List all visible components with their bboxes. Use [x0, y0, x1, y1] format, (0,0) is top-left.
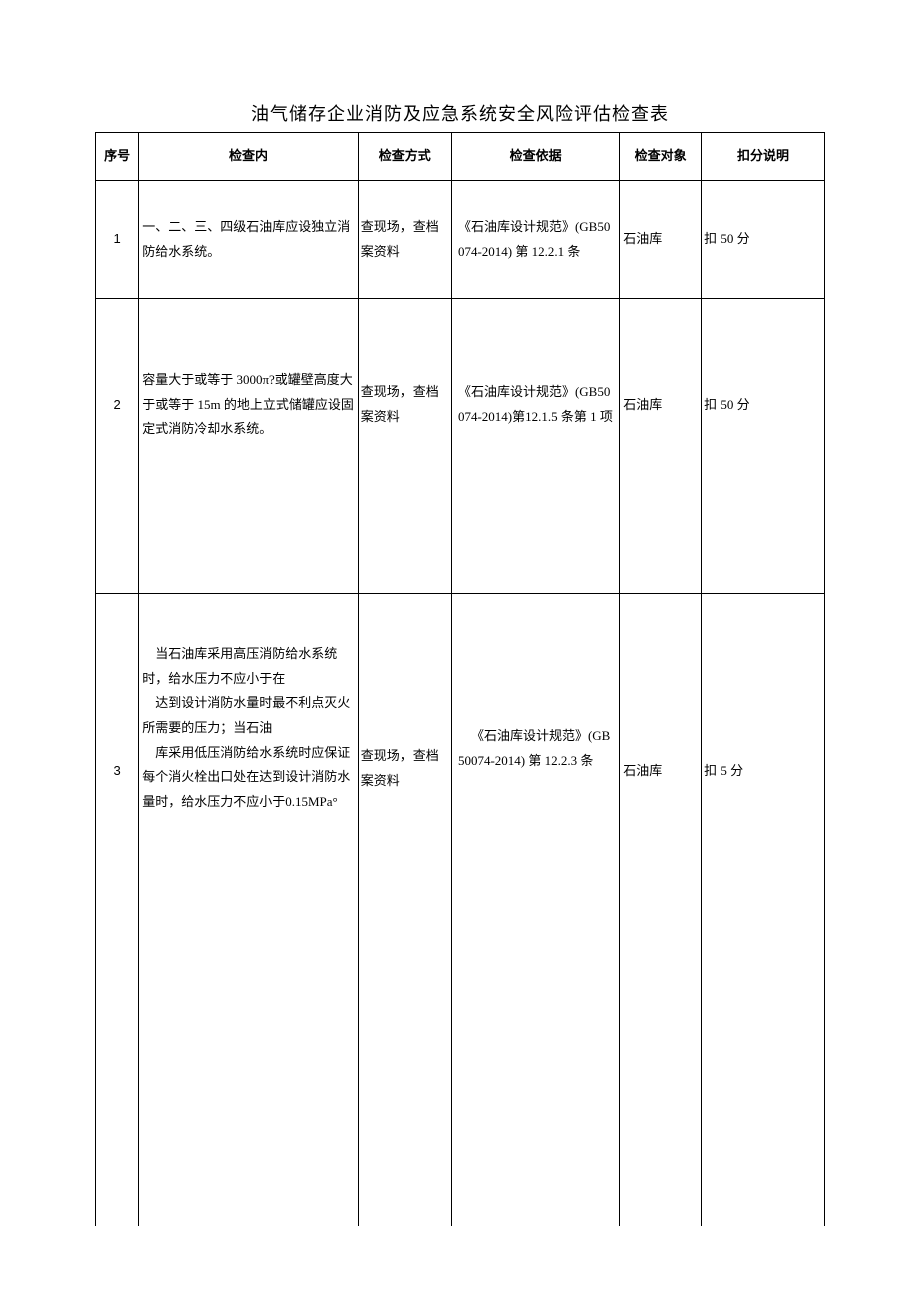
document-title: 油气储存企业消防及应急系统安全风险评估检查表 [95, 100, 825, 126]
cell-basis: 《石油库设计规范》(GB50074-2014) 第 12.2.1 条 [451, 181, 619, 299]
cell-deduct: 扣 5 分 [702, 594, 825, 1226]
cell-seq: 1 [96, 181, 139, 299]
cell-object: 石油库 [620, 594, 702, 1226]
content-p1: 当石油库采用高压消防给水系统时，给水压力不应小于在 [142, 646, 337, 686]
cell-content: 容量大于或等于 3000π?或罐壁高度大于或等于 15m 的地上立式储罐应设固定… [139, 299, 358, 594]
table-row: 1 一、二、三、四级石油库应设独立消防给水系统。 查现场，查档案资料 《石油库设… [96, 181, 825, 299]
cell-method: 查现场，查档案资料 [358, 181, 451, 299]
table-row: 2 容量大于或等于 3000π?或罐壁高度大于或等于 15m 的地上立式储罐应设… [96, 299, 825, 594]
header-seq: 序号 [96, 133, 139, 181]
header-method: 检查方式 [358, 133, 451, 181]
cell-method: 查现场，查档案资料 [358, 594, 451, 1226]
header-content: 检查内 [139, 133, 358, 181]
cell-deduct: 扣 50 分 [702, 299, 825, 594]
cell-seq: 3 [96, 594, 139, 1226]
cell-basis: 《石油库设计规范》(GB50074-2014)第12.1.5 条第 1 项 [451, 299, 619, 594]
header-object: 检查对象 [620, 133, 702, 181]
table-header-row: 序号 检查内 检查方式 检查依据 检查对象 扣分说明 [96, 133, 825, 181]
cell-object: 石油库 [620, 181, 702, 299]
cell-basis: 《石油库设计规范》(GB50074-2014) 第 12.2.3 条 [451, 594, 619, 1226]
content-p2: 达到设计消防水量时最不利点灭火所需要的压力；当石油 [142, 695, 350, 735]
content-p3: 库采用低压消防给水系统时应保证每个消火栓出口处在达到设计消防水量时，给水压力不应… [142, 745, 350, 809]
header-basis: 检查依据 [451, 133, 619, 181]
table-row: 3 当石油库采用高压消防给水系统时，给水压力不应小于在 达到设计消防水量时最不利… [96, 594, 825, 1226]
basis-text: 《石油库设计规范》(GB50074-2014) 第 12.2.3 条 [458, 728, 610, 768]
cell-object: 石油库 [620, 299, 702, 594]
cell-deduct: 扣 50 分 [702, 181, 825, 299]
cell-content: 当石油库采用高压消防给水系统时，给水压力不应小于在 达到设计消防水量时最不利点灭… [139, 594, 358, 1226]
header-deduct: 扣分说明 [702, 133, 825, 181]
checklist-table: 序号 检查内 检查方式 检查依据 检查对象 扣分说明 1 一、二、三、四级石油库… [95, 132, 825, 1226]
cell-content: 一、二、三、四级石油库应设独立消防给水系统。 [139, 181, 358, 299]
cell-method: 查现场，查档案资料 [358, 299, 451, 594]
cell-seq: 2 [96, 299, 139, 594]
